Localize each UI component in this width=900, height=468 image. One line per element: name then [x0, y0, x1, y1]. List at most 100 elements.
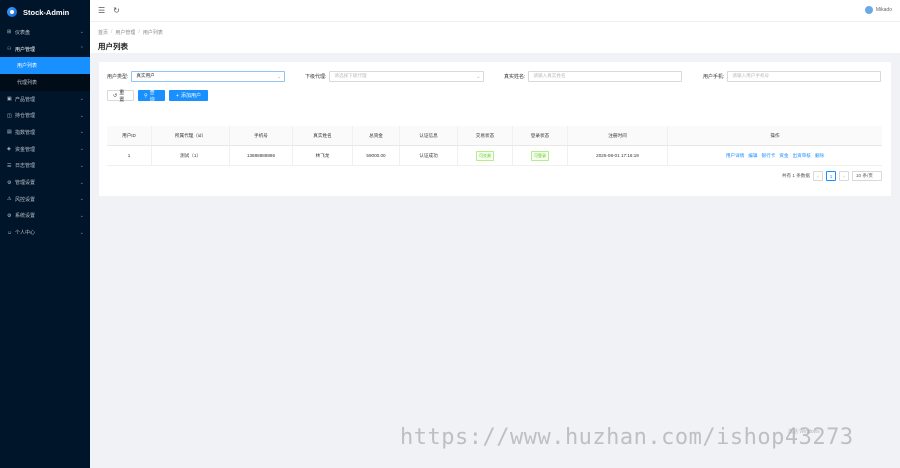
add-user-button[interactable]: + 添加用户: [169, 90, 208, 101]
search-icon: ⚲: [144, 92, 148, 99]
sidebar-item-personal-center[interactable]: ☺ 个人中心 ⌄: [0, 224, 90, 241]
log-icon: ☰: [7, 162, 12, 169]
menu-toggle-icon[interactable]: ☰: [98, 6, 105, 15]
sidebar-item-log[interactable]: ☰ 日志管理 ⌄: [0, 158, 90, 175]
user-detail-link[interactable]: 用户详情: [726, 153, 744, 159]
windows-activation-text: 激活 Windows: [788, 429, 820, 435]
position-icon: ◫: [7, 112, 12, 119]
chevron-down-icon: ⌄: [79, 179, 84, 186]
filter-agent: 下级代理: 请选择下级代理 ⌄: [305, 70, 485, 82]
chevron-down-icon: ⌄: [79, 229, 84, 236]
total-count: 共有 1 条数据: [781, 173, 810, 178]
filter-real-name: 真实姓名: 请输入真实姓名: [504, 70, 683, 82]
prev-page-button[interactable]: ‹: [813, 171, 823, 181]
sidebar-item-system-settings[interactable]: ⚙ 系统设置 ⌄: [0, 208, 90, 225]
page-size-select[interactable]: 10 条/页: [852, 171, 882, 181]
table-row: 1 测试（1） 13888888886 林飞龙 59000.00 认证成功 可交…: [107, 146, 882, 166]
chevron-down-icon: ⌄: [79, 29, 84, 36]
cell-phone: 13888888886: [230, 146, 293, 165]
sidebar-item-position[interactable]: ◫ 持仓管理 ⌄: [0, 107, 90, 124]
login-status-badge: 可登录: [531, 150, 549, 161]
user-type-select[interactable]: 真实用户 ⌄: [131, 70, 286, 82]
phone-input[interactable]: 请输入用户手机号: [727, 70, 882, 82]
col-real-name: 真实姓名: [293, 126, 353, 145]
funds-link[interactable]: 资金: [779, 153, 788, 159]
user-group-icon: ⚇: [7, 46, 12, 53]
sidebar-item-user-list[interactable]: 用户列表: [0, 57, 90, 75]
sidebar-item-funds[interactable]: ◈ 资金管理 ⌄: [0, 141, 90, 158]
reset-icon: ↺: [113, 92, 118, 99]
real-name-label: 真实姓名:: [504, 73, 526, 80]
cell-user-id: 1: [107, 146, 152, 165]
breadcrumb-user-list: 用户列表: [142, 30, 163, 36]
person-icon: ☺: [7, 229, 13, 236]
index-icon: ▤: [7, 129, 12, 136]
action-buttons: ↺ 重置 ⚲ 查询 + 添加用户: [107, 90, 208, 103]
sidebar-item-user-management[interactable]: ⚇ 用户管理 ⌃: [0, 41, 90, 58]
filter-phone: 用户手机: 请输入用户手机号: [703, 70, 882, 82]
plus-icon: +: [176, 92, 179, 99]
sidebar: Stock-Admin ⊞ 仪表盘 ⌄ ⚇ 用户管理 ⌃ 用户列表 代理列表 ▣…: [0, 0, 90, 468]
search-button[interactable]: ⚲ 查询: [138, 90, 165, 103]
sidebar-item-product[interactable]: ▣ 产品管理 ⌄: [0, 91, 90, 108]
system-settings-icon: ⚙: [7, 212, 12, 219]
chevron-down-icon: ⌄: [79, 96, 84, 103]
product-icon: ▣: [7, 96, 12, 103]
submenu-user-management: 用户列表 代理列表: [0, 57, 90, 91]
sidebar-item-admin-settings[interactable]: ⚙ 管理设置 ⌄: [0, 174, 90, 191]
funding-review-link[interactable]: 出资审核: [793, 153, 811, 159]
user-table: 用户ID 所属代理（id） 手机号 真实姓名 总资金 认证信息 交易状态 登录状…: [107, 126, 882, 166]
breadcrumb: 首页 / 用户管理 / 用户列表: [98, 29, 163, 36]
col-login-status: 登录状态: [513, 126, 568, 145]
chevron-down-icon: ⌄: [79, 146, 84, 153]
col-reg-time: 注册时间: [568, 126, 668, 145]
app-logo[interactable]: Stock-Admin: [0, 0, 90, 24]
next-page-button[interactable]: ›: [839, 171, 849, 181]
chevron-up-icon: ⌃: [79, 46, 84, 53]
chevron-down-icon: ⌄: [79, 196, 84, 203]
real-name-input[interactable]: 请输入真实姓名: [528, 70, 683, 82]
watermark-text: https://www.huzhan.com/ishop43273: [400, 425, 854, 450]
page-number-button[interactable]: 1: [826, 171, 836, 181]
refresh-icon[interactable]: ↻: [113, 6, 120, 15]
agent-label: 下级代理:: [305, 73, 327, 80]
filter-user-type: 用户类型: 真实用户 ⌄: [107, 70, 286, 82]
breadcrumb-home[interactable]: 首页: [98, 29, 108, 36]
cell-reg-time: 2025-08-01 17:16:19: [568, 146, 668, 165]
avatar: [864, 6, 873, 14]
cell-total-funds: 59000.00: [353, 146, 400, 165]
sidebar-item-risk-settings[interactable]: ⚠ 风控设置 ⌄: [0, 191, 90, 208]
funds-icon: ◈: [7, 146, 11, 153]
top-header: ☰ ↻ Mikado: [90, 0, 900, 22]
chevron-down-icon: ⌄: [79, 162, 84, 169]
user-menu[interactable]: Mikado: [864, 6, 892, 14]
user-type-label: 用户类型:: [107, 73, 129, 80]
sidebar-item-agent-list[interactable]: 代理列表: [0, 74, 90, 91]
col-total-funds: 总资金: [353, 126, 400, 145]
sidebar-item-index[interactable]: ▤ 指数管理 ⌄: [0, 124, 90, 141]
content-card: 用户类型: 真实用户 ⌄ 下级代理: 请选择下级代理 ⌄ 真实姓名: 请输入真实…: [99, 62, 891, 196]
chevron-down-icon: ⌄: [79, 129, 84, 136]
col-phone: 手机号: [230, 126, 293, 145]
risk-icon: ⚠: [7, 196, 12, 203]
sidebar-item-dashboard[interactable]: ⊞ 仪表盘 ⌄: [0, 24, 90, 41]
phone-label: 用户手机:: [703, 73, 725, 80]
col-trade-status: 交易状态: [458, 126, 513, 145]
page-header: 首页 / 用户管理 / 用户列表 用户列表: [90, 22, 900, 53]
sidebar-menu: ⊞ 仪表盘 ⌄ ⚇ 用户管理 ⌃ 用户列表 代理列表 ▣ 产品管理 ⌄ ◫ 持仓…: [0, 24, 90, 241]
admin-settings-icon: ⚙: [7, 179, 12, 186]
row-actions: 用户详情 编辑 银行卡 资金 出资审核 删除: [726, 153, 824, 159]
delete-link[interactable]: 删除: [815, 153, 824, 159]
edit-link[interactable]: 编辑: [748, 153, 757, 159]
reset-button[interactable]: ↺ 重置: [107, 90, 134, 103]
app-title: Stock-Admin: [23, 7, 70, 17]
pagination: 共有 1 条数据 ‹ 1 › 10 条/页: [782, 171, 882, 181]
bank-card-link[interactable]: 银行卡: [762, 153, 776, 159]
cell-ops: 用户详情 编辑 银行卡 资金 出资审核 删除: [668, 146, 882, 165]
col-ops: 操作: [770, 132, 780, 138]
table-header: 用户ID 所属代理（id） 手机号 真实姓名 总资金 认证信息 交易状态 登录状…: [107, 126, 882, 146]
trade-status-badge: 可交易: [476, 150, 494, 161]
username: Mikado: [875, 7, 892, 13]
agent-select[interactable]: 请选择下级代理 ⌄: [329, 70, 485, 82]
breadcrumb-user-management[interactable]: 用户管理: [115, 29, 135, 36]
